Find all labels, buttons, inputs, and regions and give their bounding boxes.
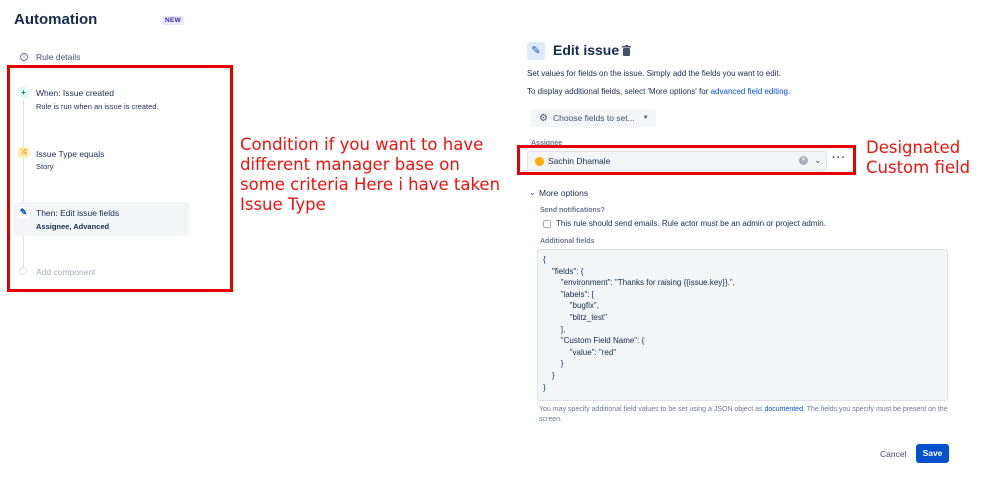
chevron-down-icon[interactable]: ⌄ xyxy=(529,188,536,197)
page-title: Automation xyxy=(14,11,98,28)
send-notifications-checkbox[interactable] xyxy=(543,220,551,228)
panel-title: Edit issue xyxy=(553,42,620,58)
rule-details-link[interactable]: Rule details xyxy=(36,52,80,62)
desc-prefix: To display additional fields, select 'Mo… xyxy=(527,87,711,96)
more-options-toggle[interactable]: More options xyxy=(539,188,588,198)
documented-link[interactable]: documented xyxy=(764,406,803,413)
pencil-icon: ✎ xyxy=(527,42,545,60)
send-notifications-text: This rule should send emails. Rule actor… xyxy=(556,219,826,228)
additional-fields-json: { "fields": { "environment": "Thanks for… xyxy=(543,255,735,392)
chevron-down-icon: ▼ xyxy=(642,115,649,121)
gear-icon: ⚙ xyxy=(539,112,548,124)
annotation-condition: Condition if you want to have different … xyxy=(240,135,501,214)
additional-fields-label: Additional fields xyxy=(540,238,595,245)
desc-suffix: . xyxy=(787,87,791,96)
highlight-box-left xyxy=(7,65,233,292)
choose-fields-button[interactable]: ⚙ Choose fields to set... ▼ xyxy=(531,109,656,127)
help-prefix: You may specify additional field values … xyxy=(539,406,765,413)
highlight-box-right xyxy=(517,145,856,175)
advanced-field-editing-link[interactable]: advanced field editing xyxy=(711,87,788,96)
panel-description-2: To display additional fields, select 'Mo… xyxy=(527,87,790,96)
save-button[interactable]: Save xyxy=(916,444,949,463)
annotation-custom-field: Designated Custom field xyxy=(866,138,971,177)
cancel-button[interactable]: Cancel xyxy=(876,447,910,461)
info-icon: i xyxy=(20,53,28,61)
help-text: You may specify additional field values … xyxy=(539,405,959,424)
choose-fields-label: Choose fields to set... xyxy=(552,113,635,123)
new-badge: NEW xyxy=(162,16,185,25)
send-notifications-label: Send notifications? xyxy=(540,207,605,214)
trash-icon[interactable] xyxy=(622,45,631,56)
panel-description: Set values for fields on the issue. Simp… xyxy=(527,69,781,78)
